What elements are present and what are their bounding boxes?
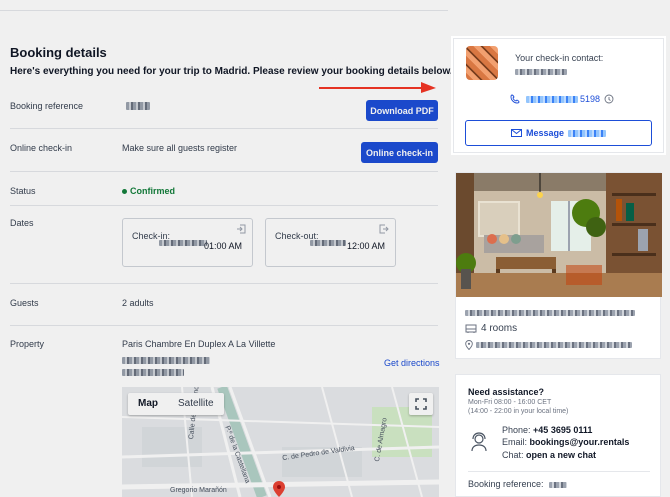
avatar bbox=[466, 46, 498, 80]
envelope-icon bbox=[510, 129, 522, 137]
status-label: Status bbox=[10, 186, 36, 196]
help-booking-reference: Booking reference: bbox=[468, 479, 568, 489]
property-title-redacted bbox=[465, 310, 635, 316]
help-phone[interactable]: Phone: +45 3695 0111 bbox=[502, 425, 592, 435]
property-name: Paris Chambre En Duplex A La Villette bbox=[122, 339, 276, 349]
status-value: Confirmed bbox=[130, 186, 175, 196]
annotation-arrow-icon bbox=[319, 82, 436, 93]
assistance-card: Need assistance? Mon-Fri 08:00 - 16:00 C… bbox=[455, 374, 661, 497]
rooms-count: 4 rooms bbox=[481, 323, 518, 334]
top-divider bbox=[0, 10, 448, 11]
divider bbox=[10, 325, 438, 326]
phone-number-redacted bbox=[526, 95, 578, 103]
status-dot bbox=[122, 189, 127, 195]
help-hours: Mon-Fri 08:00 - 16:00 CET (14:00 - 22:00… bbox=[468, 398, 568, 416]
divider bbox=[10, 283, 438, 284]
get-directions-link[interactable]: Get directions bbox=[384, 358, 440, 368]
message-contact-button[interactable]: Message bbox=[465, 120, 652, 146]
copy-icon[interactable] bbox=[604, 94, 614, 104]
contact-phone[interactable]: 5198 bbox=[510, 94, 614, 104]
rooms-info: 4 rooms bbox=[465, 323, 517, 334]
guests-value: 2 adults bbox=[122, 298, 154, 308]
checkin-date-redacted bbox=[159, 240, 207, 246]
login-icon bbox=[236, 224, 246, 234]
property-map[interactable]: Calle de Zurbano P.º de la Castellana C.… bbox=[122, 387, 439, 497]
location-pin-icon bbox=[465, 340, 473, 350]
property-address-redacted bbox=[122, 357, 210, 364]
property-label: Property bbox=[10, 339, 45, 349]
map-street-label: Gregorio Marañón bbox=[170, 487, 227, 494]
help-hours-cet: Mon-Fri 08:00 - 16:00 CET bbox=[468, 399, 552, 406]
contact-name-redacted bbox=[515, 69, 567, 75]
checkin-contact-card: Your check-in contact: 5198 Message bbox=[453, 38, 664, 153]
page-title: Booking details bbox=[10, 45, 107, 60]
support-agent-icon bbox=[471, 432, 487, 452]
contact-title: Your check-in contact: bbox=[515, 53, 604, 63]
help-chat-link[interactable]: open a new chat bbox=[526, 450, 596, 460]
help-email-label: Email: bbox=[502, 437, 528, 447]
help-hours-local: (14:00 - 22:00 in your local time) bbox=[468, 408, 569, 415]
page-subtitle: Here's everything you need for your trip… bbox=[10, 66, 453, 77]
status-badge: Confirmed bbox=[122, 186, 175, 196]
logout-icon bbox=[379, 224, 389, 234]
divider bbox=[10, 205, 438, 206]
divider bbox=[468, 471, 650, 472]
map-type-tabs: Map Satellite bbox=[128, 393, 224, 415]
help-phone-label: Phone: bbox=[502, 425, 531, 435]
phone-suffix: 5198 bbox=[580, 94, 601, 104]
property-address bbox=[465, 340, 632, 350]
checkout-date-card: Check-out: 12:00 AM bbox=[265, 218, 396, 267]
property-address-redacted bbox=[476, 342, 632, 348]
checkin-time: 01:00 AM bbox=[203, 241, 242, 251]
checkin-date-card: Check-in: 01:00 AM bbox=[122, 218, 253, 267]
contact-name-redacted bbox=[568, 129, 607, 137]
checkout-date-redacted bbox=[310, 240, 346, 246]
help-email[interactable]: Email: bookings@your.rentals bbox=[502, 437, 629, 447]
checkout-time: 12:00 AM bbox=[346, 241, 385, 251]
online-checkin-button[interactable]: Online check-in bbox=[361, 142, 438, 163]
help-phone-value: +45 3695 0111 bbox=[533, 425, 593, 435]
help-title: Need assistance? bbox=[468, 387, 545, 397]
help-ref-label: Booking reference: bbox=[468, 479, 544, 489]
fullscreen-button[interactable] bbox=[409, 393, 433, 415]
fullscreen-icon bbox=[415, 398, 427, 410]
property-card[interactable]: 4 rooms bbox=[455, 172, 662, 359]
map-tab-map[interactable]: Map bbox=[128, 393, 168, 415]
help-chat-label: Chat: bbox=[502, 450, 524, 460]
dates-label: Dates bbox=[10, 218, 34, 228]
divider bbox=[10, 171, 438, 172]
property-city-redacted bbox=[122, 369, 184, 376]
property-photo[interactable] bbox=[456, 173, 662, 297]
booking-details-panel: Booking details Here's everything you ne… bbox=[0, 0, 453, 497]
help-ref-redacted bbox=[549, 481, 568, 488]
help-chat[interactable]: Chat: open a new chat bbox=[502, 450, 596, 460]
help-email-value: bookings@your.rentals bbox=[529, 437, 630, 447]
living-room-image bbox=[456, 173, 662, 297]
message-button-label: Message bbox=[525, 128, 565, 138]
online-checkin-hint: Make sure all guests register bbox=[122, 143, 238, 153]
map-tab-satellite[interactable]: Satellite bbox=[168, 393, 224, 415]
page: Booking details Here's everything you ne… bbox=[0, 0, 670, 497]
bed-icon bbox=[465, 324, 477, 333]
divider bbox=[10, 128, 438, 129]
download-pdf-button[interactable]: Download PDF bbox=[366, 100, 438, 121]
map-pin-icon[interactable] bbox=[272, 481, 286, 497]
online-checkin-label: Online check-in bbox=[10, 143, 73, 153]
guests-label: Guests bbox=[10, 298, 39, 308]
booking-reference-value-redacted bbox=[126, 102, 150, 110]
booking-reference-label: Booking reference bbox=[10, 101, 84, 111]
phone-icon bbox=[510, 94, 520, 104]
